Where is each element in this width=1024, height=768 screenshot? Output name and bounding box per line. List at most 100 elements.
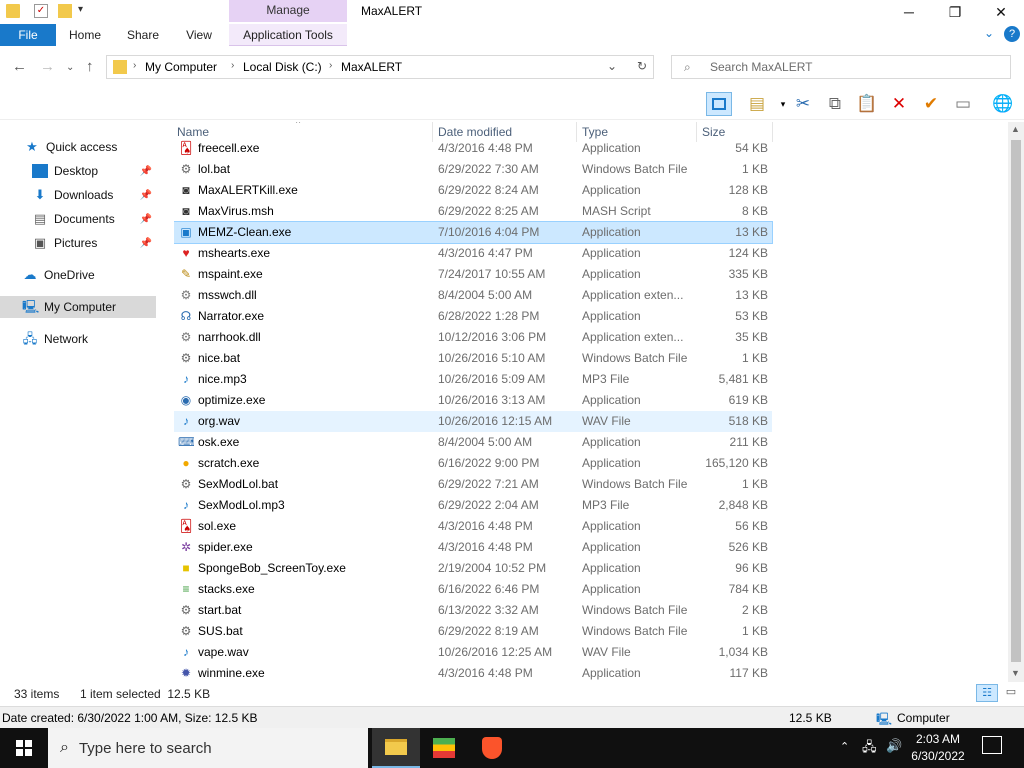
large-icons-view-icon[interactable]: ▭ [1002,684,1020,702]
file-date-modified: 8/4/2004 5:00 AM [438,288,533,302]
chevron-right-icon[interactable]: › [329,60,332,71]
tab-file[interactable]: File [0,24,56,46]
preview-pane-icon[interactable] [706,92,732,116]
sidebar-item-pictures[interactable]: ▣ Pictures 📌 [0,232,156,254]
tab-share[interactable]: Share [118,24,168,46]
table-row[interactable]: ⚙ start.bat 6/13/2022 3:32 AM Windows Batch… [174,600,772,621]
clock-time[interactable]: 2:03 AM [912,732,964,746]
paste-icon[interactable]: 📋 [854,92,880,116]
chevron-right-icon[interactable]: › [133,60,136,71]
maximize-button[interactable]: ❐ [932,0,978,24]
search-input[interactable]: ⌕ Search MaxALERT [671,55,1011,79]
view-options-icon[interactable]: ▤ [744,92,770,116]
breadcrumb-my-computer[interactable]: My Computer [145,60,217,74]
help-icon[interactable]: ? [1004,26,1020,42]
scroll-down-icon[interactable]: ▼ [1011,668,1020,678]
breadcrumb-maxalert[interactable]: MaxALERT [341,60,402,74]
clock-date[interactable]: 6/30/2022 [908,749,968,763]
table-row[interactable]: ⌨ osk.exe 8/4/2004 5:00 AM Application 211 K… [174,432,772,453]
table-row[interactable]: ⚙ lol.bat 6/29/2022 7:30 AM Windows Batch F… [174,159,772,180]
recent-locations-icon[interactable]: ⌄ [66,62,74,73]
sidebar-item-quick-access[interactable]: ★ Quick access [0,136,156,158]
table-row[interactable]: ✲ spider.exe 4/3/2016 4:48 PM Application 52… [174,537,772,558]
folder-icon[interactable] [6,4,20,18]
taskbar-file-explorer[interactable] [372,728,420,768]
table-row[interactable]: ♪ org.wav 10/26/2016 12:15 AM WAV File 518 K… [174,411,772,432]
copy-icon[interactable]: ⧉ [822,92,848,116]
pin-icon[interactable]: 📌 [140,214,152,225]
table-row[interactable]: ♪ vape.wav 10/26/2016 12:25 AM WAV File 1,03… [174,642,772,663]
chevron-right-icon[interactable]: › [231,60,234,71]
sidebar-item-network[interactable]: 🖧 Network [0,328,156,350]
table-row[interactable]: ♥ mshearts.exe 4/3/2016 4:47 PM Application… [174,243,772,264]
cloud-icon: ☁ [23,267,37,282]
address-bar[interactable]: › My Computer › Local Disk (C:) › MaxALE… [106,55,654,79]
taskbar-bluestacks[interactable] [420,728,468,768]
up-button[interactable]: ↑ [86,58,94,75]
file-name: scratch.exe [198,456,260,470]
sidebar-item-onedrive[interactable]: ☁ OneDrive [0,264,156,286]
table-row[interactable]: ✹ winmine.exe 4/3/2016 4:48 PM Application 1… [174,663,772,682]
table-row[interactable]: ● scratch.exe 6/16/2022 9:00 PM Application… [174,453,772,474]
tab-home[interactable]: Home [60,24,110,46]
table-row[interactable]: ♪ SexModLol.mp3 6/29/2022 2:04 AM MP3 File 2… [174,495,772,516]
sidebar-item-desktop[interactable]: Desktop 📌 [0,160,156,182]
refresh-icon[interactable]: ↻ [637,59,647,73]
close-button[interactable]: ✕ [978,0,1024,24]
file-type: Windows Batch File [582,603,688,617]
file-date-modified: 6/29/2022 7:30 AM [438,162,539,176]
manage-contextual-tab[interactable]: Manage [229,0,347,22]
table-row[interactable]: 🂡 freecell.exe 4/3/2016 4:48 PM Application… [174,138,772,159]
cut-icon[interactable]: ✂ [790,92,816,116]
taskbar-brave[interactable] [468,728,516,768]
forward-button[interactable]: → [40,58,55,75]
status-bar: 33 items 1 item selected 12.5 KB ☷ ▭ [0,684,1024,704]
table-row[interactable]: ◉ optimize.exe 10/26/2016 3:13 AM Applicati… [174,390,772,411]
file-name: narrhook.dll [198,330,261,344]
network-icon[interactable]: 🖧 [862,738,877,760]
table-row[interactable]: ◙ MaxALERTKill.exe 6/29/2022 8:24 AM Applic… [174,180,772,201]
minimize-button[interactable]: ─ [886,0,932,24]
breadcrumb-local-disk[interactable]: Local Disk (C:) [243,60,322,74]
table-row[interactable]: ♪ nice.mp3 10/26/2016 5:09 AM MP3 File 5,481… [174,369,772,390]
file-name: msswch.dll [198,288,257,302]
table-row[interactable]: ◙ MaxVirus.msh 6/29/2022 8:25 AM MASH Scrip… [174,201,772,222]
table-row[interactable]: ⚙ SexModLol.bat 6/29/2022 7:21 AM Windows B… [174,474,772,495]
table-row[interactable]: ■ SpongeBob_ScreenToy.exe 2/19/2004 10:52 … [174,558,772,579]
taskbar-search-input[interactable]: ⌕ Type here to search [48,728,368,768]
checkmark-icon[interactable]: ✔ [918,92,944,116]
rename-icon[interactable]: ▭ [950,92,976,116]
table-row[interactable]: ✎ mspaint.exe 7/24/2017 10:55 AM Applicatio… [174,264,772,285]
tab-view[interactable]: View [176,24,222,46]
sidebar-item-my-computer[interactable]: 🖳 My Computer [0,296,156,318]
globe-icon[interactable]: 🌐 [990,92,1016,116]
sidebar-item-downloads[interactable]: ⬇ Downloads 📌 [0,184,156,206]
table-row[interactable]: ⚙ narrhook.dll 10/12/2016 3:06 PM Applicati… [174,327,772,348]
scrollbar-thumb[interactable] [1011,140,1021,662]
delete-icon[interactable]: ✕ [886,92,912,116]
table-row[interactable]: ⚙ msswch.dll 8/4/2004 5:00 AM Application e… [174,285,772,306]
table-row[interactable]: ☊ Narrator.exe 6/28/2022 1:28 PM Applicatio… [174,306,772,327]
customize-quick-access-icon[interactable]: ▾ [78,4,92,18]
back-button[interactable]: ← [12,58,27,75]
chevron-up-icon[interactable]: ⌃ [840,740,849,753]
tab-application-tools[interactable]: Application Tools [229,24,347,46]
expand-ribbon-icon[interactable]: ⌄ [984,26,1000,42]
table-row[interactable]: ▣ MEMZ-Clean.exe 7/10/2016 4:04 PM Applicat… [174,221,773,244]
pin-icon[interactable]: 📌 [140,166,152,177]
properties-icon[interactable]: ✓ [34,4,48,18]
volume-icon[interactable]: 🔊 [886,738,902,754]
table-row[interactable]: ⚙ nice.bat 10/26/2016 5:10 AM Windows Batch… [174,348,772,369]
details-view-icon[interactable]: ☷ [976,684,998,702]
sidebar-item-documents[interactable]: ▤ Documents 📌 [0,208,156,230]
pin-icon[interactable]: 📌 [140,238,152,249]
table-row[interactable]: ≡ stacks.exe 6/16/2022 6:46 PM Application 7… [174,579,772,600]
notifications-icon[interactable] [982,736,1002,754]
chevron-down-icon[interactable]: ⌄ [607,59,617,73]
scroll-up-icon[interactable]: ▲ [1011,124,1020,134]
table-row[interactable]: ⚙ SUS.bat 6/29/2022 8:19 AM Windows Batch F… [174,621,772,642]
table-row[interactable]: 🂡 sol.exe 4/3/2016 4:48 PM Application 56 KB [174,516,772,537]
new-folder-icon[interactable] [58,4,72,18]
start-button[interactable] [0,728,48,768]
pin-icon[interactable]: 📌 [140,190,152,201]
